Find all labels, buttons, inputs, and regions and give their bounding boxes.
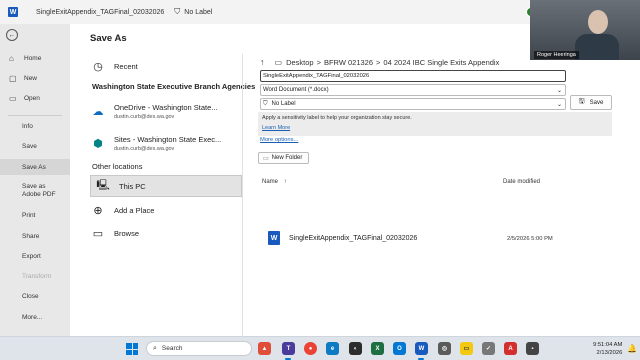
word-file-icon: W [268, 231, 280, 245]
nav-more[interactable]: More... [0, 309, 70, 325]
nav-close[interactable]: Close [0, 288, 70, 304]
sensitivity-label-status[interactable]: No Label [184, 9, 212, 16]
zoom-icon[interactable]: ◐ [349, 342, 362, 355]
nav-share[interactable]: Share [0, 228, 70, 244]
page-title: Save As [90, 33, 127, 44]
breadcrumb-appendix[interactable]: 04 2024 IBC Single Exits Appendix [383, 58, 499, 67]
word-app-icon: W [8, 7, 18, 17]
new-document-icon: ▢ [9, 73, 17, 83]
file-type-select[interactable]: Word Document (*.docx) ⌄ [260, 84, 566, 96]
open-folder-icon: ▭ [9, 93, 17, 103]
search-icon: ⌕ [153, 344, 157, 352]
back-arrow-icon[interactable]: ← [6, 29, 18, 41]
breadcrumb-separator: > [316, 57, 321, 67]
filename-input[interactable]: SingleExitAppendix_TAGFinal_02032026 [260, 70, 566, 82]
breadcrumb: ↑ ▭ Desktop > BFRW 021326 > 04 2024 IBC … [260, 57, 499, 67]
taskbar: ⌕ Search ▲ T ● e ◐ X O W ◎ ▭ ✓ A ▪ 9:51:… [0, 336, 640, 360]
panel-divider [242, 54, 243, 336]
taskbar-search[interactable]: ⌕ Search [146, 341, 252, 356]
clock-icon: ◷ [93, 60, 103, 73]
sort-arrow-icon: ↑ [283, 179, 287, 185]
folder-icon: ▭ [92, 227, 104, 240]
new-folder-button[interactable]: ▭ New Folder [258, 152, 309, 164]
shield-icon: ⛉ [174, 7, 181, 16]
snip-icon[interactable]: ◎ [438, 342, 451, 355]
more-options-link[interactable]: More options... [260, 137, 298, 143]
nav-open[interactable]: ▭ Open [0, 90, 70, 106]
location-sites[interactable]: ⬢ Sites - Washington State Exec... dusti… [90, 132, 242, 154]
save-as-panel: Save As ◷ Recent Washington State Execut… [70, 24, 640, 336]
org-heading: Washington State Executive Branch Agenci… [92, 82, 256, 91]
nav-save-as-pdf[interactable]: Save as Adobe PDF [0, 181, 70, 201]
save-button[interactable]: 🖫 Save [570, 95, 612, 110]
computer-icon: 🖳 [96, 179, 110, 191]
nav-divider [8, 115, 62, 116]
nav-export[interactable]: Export [0, 248, 70, 264]
shield-icon: ⛉ [263, 100, 268, 107]
save-icon: 🖫 [578, 98, 585, 105]
other-locations-heading: Other locations [92, 162, 143, 171]
sharepoint-icon: ⬢ [93, 137, 103, 150]
sensitivity-info-banner: Apply a sensitivity label to help your o… [258, 112, 612, 136]
chrome-icon[interactable]: ● [304, 342, 317, 355]
acrobat-icon[interactable]: A [504, 342, 517, 355]
app-icon-3[interactable]: ▪ [526, 342, 539, 355]
column-header-name[interactable]: Name ↑ [262, 179, 287, 185]
webcam-video-overlay: Roger Heeringa [530, 0, 640, 60]
participant-name: Roger Heeringa [534, 51, 579, 59]
nav-home[interactable]: ⌂ Home [0, 50, 70, 66]
system-clock[interactable]: 9:51:04 AM 2/13/2026 [593, 341, 622, 357]
outlook-icon[interactable]: O [393, 342, 406, 355]
nav-save[interactable]: Save [0, 138, 70, 154]
cloud-icon: ☁ [92, 105, 104, 118]
sensitivity-label-select[interactable]: ⛉ No Label ⌄ [260, 98, 566, 110]
globe-icon: ⊕ [93, 204, 103, 217]
app-icon-2[interactable]: ✓ [482, 342, 495, 355]
word-icon[interactable]: W [415, 342, 428, 355]
folder-icon: ▭ [274, 57, 283, 67]
breadcrumb-separator: > [376, 57, 381, 67]
location-recent[interactable]: ◷ Recent [90, 59, 242, 73]
nav-save-as[interactable]: Save As [0, 159, 70, 175]
windows-start-icon[interactable] [126, 343, 138, 355]
file-date-modified: 2/5/2026 5:00 PM [507, 236, 553, 242]
chevron-down-icon: ⌄ [556, 87, 562, 94]
backstage-nav: ← ⌂ Home ▢ New ▭ Open Info Save Save As Sav… [0, 24, 70, 336]
home-icon: ⌂ [9, 53, 14, 63]
chevron-down-icon: ⌄ [556, 101, 562, 108]
app-icon-1[interactable]: ▲ [258, 342, 271, 355]
breadcrumb-desktop[interactable]: Desktop [286, 58, 314, 67]
nav-info[interactable]: Info [0, 118, 70, 134]
document-title[interactable]: SingleExitAppendix_TAGFinal_02032026 [36, 9, 164, 16]
up-arrow-icon[interactable]: ↑ [260, 57, 265, 67]
location-add-place[interactable]: ⊕ Add a Place [90, 203, 242, 217]
learn-more-link[interactable]: Learn More [262, 125, 608, 131]
edge-icon[interactable]: e [326, 342, 339, 355]
excel-icon[interactable]: X [371, 342, 384, 355]
nav-new[interactable]: ▢ New [0, 70, 70, 86]
location-onedrive[interactable]: ☁ OneDrive - Washington State... dustin.… [90, 100, 242, 122]
location-this-pc[interactable]: 🖳 This PC [90, 175, 242, 197]
nav-transform: Transform [22, 272, 52, 280]
nav-print[interactable]: Print [0, 207, 70, 223]
teams-icon[interactable]: T [282, 342, 295, 355]
notification-bell-icon[interactable]: 🔔 [627, 344, 637, 353]
breadcrumb-bfrw[interactable]: BFRW 021326 [324, 58, 373, 67]
file-explorer-icon[interactable]: ▭ [460, 342, 473, 355]
new-folder-icon: ▭ [263, 155, 269, 162]
column-header-date[interactable]: Date modified [503, 179, 540, 185]
location-browse[interactable]: ▭ Browse [90, 226, 242, 240]
person-head [588, 10, 608, 34]
person-body [575, 34, 619, 60]
